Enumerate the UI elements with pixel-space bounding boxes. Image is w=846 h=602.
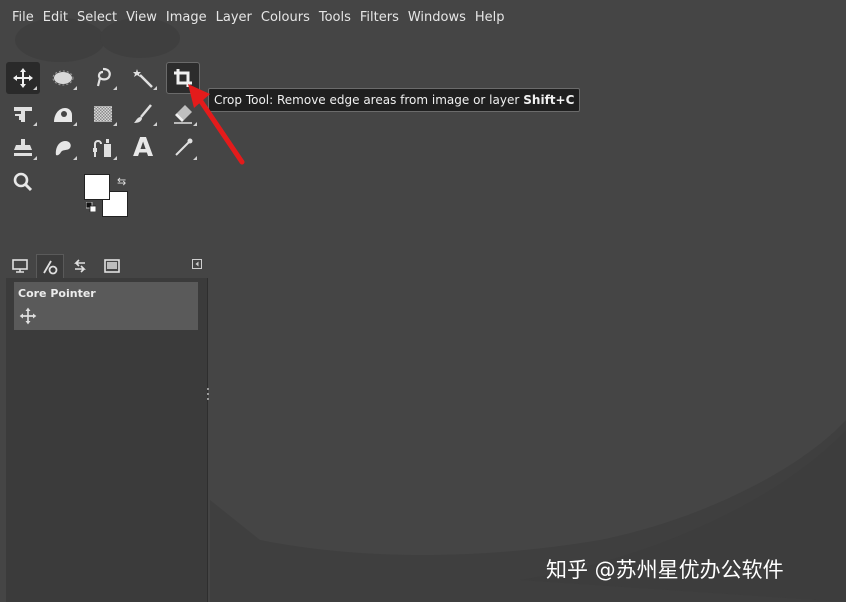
device-status-item[interactable]: Core Pointer [14, 282, 198, 330]
free-select-tool-icon [96, 67, 111, 87]
fuzzy-select-tool-button[interactable] [126, 62, 160, 94]
zoom-tool-icon [13, 172, 33, 192]
tool-options-icon [43, 260, 58, 274]
swap-colors-icon[interactable]: ⇆ [117, 175, 126, 188]
clone-tool-icon [14, 139, 32, 156]
blend-tool-icon [94, 106, 112, 122]
menu-tools[interactable]: Tools [315, 8, 356, 28]
paths-tool-button[interactable] [86, 132, 120, 164]
text-tool-icon: A [132, 133, 154, 163]
menu-file[interactable]: File [8, 8, 39, 28]
menu-view[interactable]: View [122, 8, 162, 28]
panel-resize-handle[interactable] [207, 386, 210, 410]
tooltip-shortcut: Shift+C [523, 93, 575, 107]
paintbrush-tool-icon [134, 104, 152, 123]
paintbrush-tool-button[interactable] [126, 98, 160, 130]
paths-tool-icon [93, 139, 111, 157]
fg-bg-color-selector: ⇆ [84, 174, 132, 220]
move-tool-icon [19, 307, 37, 325]
menu-colours[interactable]: Colours [257, 8, 315, 28]
zoom-tool-button[interactable] [6, 166, 40, 198]
device-status-icon [12, 259, 28, 273]
default-colors-icon[interactable] [86, 202, 96, 212]
smudge-tool-icon [55, 141, 71, 156]
images-icon [104, 259, 120, 273]
blend-tool-button[interactable] [86, 98, 120, 130]
dock-panel: Core Pointer [6, 278, 208, 602]
crop-tool-tooltip: Crop Tool: Remove edge areas from image … [208, 88, 581, 112]
unified-transform-tool-icon [14, 107, 32, 122]
menu-edit[interactable]: Edit [39, 8, 73, 28]
tab-tool-options[interactable] [36, 254, 64, 278]
warp-transform-tool-button[interactable] [46, 98, 80, 130]
gimp-window: File Edit Select View Image Layer Colour… [0, 0, 846, 602]
free-select-tool-button[interactable] [86, 62, 120, 94]
menu-image[interactable]: Image [162, 8, 212, 28]
ellipse-select-tool-icon [52, 70, 74, 86]
undo-history-icon [74, 259, 86, 273]
menubar: File Edit Select View Image Layer Colour… [0, 8, 510, 28]
ellipse-select-tool-button[interactable] [46, 62, 80, 94]
tab-undo-history[interactable] [66, 254, 94, 278]
smudge-tool-button[interactable] [46, 132, 80, 164]
device-name: Core Pointer [18, 287, 96, 300]
menu-windows[interactable]: Windows [404, 8, 471, 28]
tab-images[interactable] [98, 254, 126, 278]
foreground-color-swatch[interactable] [84, 174, 110, 200]
menu-select[interactable]: Select [73, 8, 122, 28]
menu-help[interactable]: Help [471, 8, 510, 28]
warp-transform-tool-icon [54, 108, 72, 122]
fuzzy-select-tool-icon [133, 69, 153, 88]
unified-transform-tool-button[interactable] [6, 98, 40, 130]
dock-tab-bar [6, 254, 206, 278]
menu-filters[interactable]: Filters [356, 8, 404, 28]
move-tool-button[interactable] [6, 62, 40, 94]
tab-device-status[interactable] [6, 254, 34, 278]
annotation-arrow-icon [188, 84, 245, 165]
clone-tool-button[interactable] [6, 132, 40, 164]
menu-layer[interactable]: Layer [212, 8, 257, 28]
watermark: 知乎 @苏州星优办公软件 [546, 558, 784, 582]
text-tool-button[interactable]: A [126, 132, 160, 164]
dock-menu-icon[interactable] [192, 259, 202, 269]
move-tool-icon [13, 68, 33, 88]
